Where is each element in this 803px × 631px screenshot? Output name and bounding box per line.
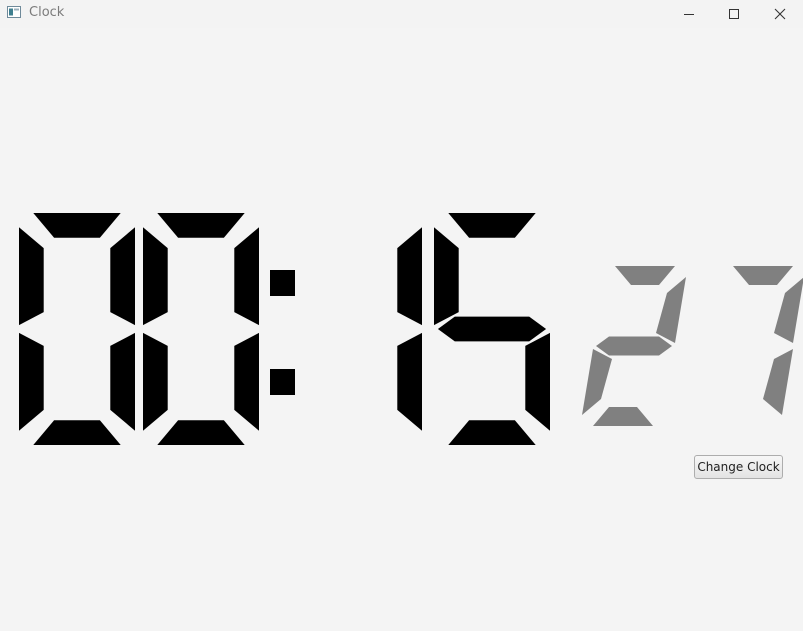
hours-digit-1-segment-a xyxy=(33,213,121,238)
seconds-digit-1-segment-b xyxy=(656,277,686,343)
seconds-digit-2 xyxy=(733,266,803,415)
hours-digit-2-segment-e xyxy=(143,332,168,431)
hours-digit-1-segment-d xyxy=(33,420,121,445)
change-clock-button[interactable]: Change Clock xyxy=(694,455,783,479)
hours-digit-2-segment-d xyxy=(157,420,245,445)
seconds-digit-1-segment-d xyxy=(593,407,653,426)
hours-digit-2-segment-f xyxy=(143,227,168,326)
minutes-digit-1 xyxy=(397,227,422,431)
hours-digit-2-segment-c xyxy=(234,332,259,431)
minutes-digit-2 xyxy=(434,213,550,445)
seconds-digit-1-segment-g xyxy=(596,336,672,356)
clock-window: Clock Change Clock xyxy=(0,0,803,631)
seconds-digit-2-segment-c xyxy=(763,349,793,415)
minutes-digit-1-segment-b xyxy=(397,227,422,326)
digital-clock-display xyxy=(19,213,803,445)
hours-digit-1-segment-f xyxy=(19,227,44,326)
hours-digit-1 xyxy=(19,213,135,445)
minutes-digit-2-segment-d xyxy=(448,420,536,445)
hours-digit-2 xyxy=(143,213,259,445)
hours-digit-1-segment-c xyxy=(110,332,135,431)
minutes-digit-1-segment-c xyxy=(397,332,422,431)
hours-digit-2-segment-b xyxy=(234,227,259,326)
minutes-digit-2-segment-a xyxy=(448,213,536,238)
minutes-digit-2-segment-g xyxy=(437,316,547,342)
minutes-digit-2-segment-c xyxy=(525,332,550,431)
seconds-digit-2-segment-b xyxy=(774,277,803,343)
hours-digit-2-segment-a xyxy=(157,213,245,238)
hours-digit-1-segment-b xyxy=(110,227,135,326)
seconds-digit-2-segment-a xyxy=(733,266,793,285)
minutes-digit-2-segment-f xyxy=(434,227,459,326)
seconds-digit-1-segment-e xyxy=(582,349,612,415)
colon-dot-2 xyxy=(270,369,295,395)
hours-digit-1-segment-e xyxy=(19,332,44,431)
seconds-digit-1-segment-a xyxy=(615,266,675,285)
seconds-digit-1 xyxy=(582,266,686,426)
colon-dot-1 xyxy=(270,270,295,296)
